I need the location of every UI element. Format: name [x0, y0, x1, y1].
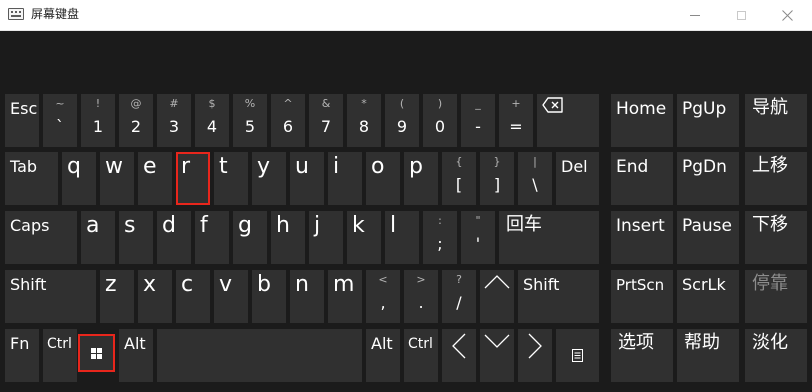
key-1[interactable]: ! 1 [81, 94, 115, 147]
key-6[interactable]: ^ 6 [271, 94, 305, 147]
close-icon [781, 9, 793, 21]
key-semicolon[interactable]: :; [423, 211, 457, 264]
key-2[interactable]: @2 [119, 94, 153, 147]
key-7[interactable]: & 7 [309, 94, 343, 147]
minimize-button[interactable] [672, 0, 718, 30]
key-dock[interactable]: 停靠 [745, 270, 807, 323]
key-fade[interactable]: 淡化 [745, 329, 807, 382]
key-p[interactable]: p [404, 152, 438, 205]
key-period[interactable]: >. [404, 270, 438, 323]
maximize-button[interactable] [718, 0, 764, 30]
key-r[interactable]: r [176, 152, 210, 205]
key-i[interactable]: i [328, 152, 362, 205]
window-title: 屏幕键盘 [31, 7, 80, 21]
key-down[interactable] [480, 329, 514, 382]
key-right-alt[interactable]: Alt [366, 329, 400, 382]
up-arrow-icon [484, 275, 510, 289]
key-h[interactable]: h [271, 211, 305, 264]
key-options[interactable]: 选项 [611, 329, 673, 382]
key-d[interactable]: d [157, 211, 191, 264]
windows-icon [91, 348, 102, 359]
key-e[interactable]: e [138, 152, 172, 205]
key-scrlk[interactable]: ScrLk [677, 270, 739, 323]
key-fn[interactable]: Fn [5, 329, 39, 382]
key-a[interactable]: a [81, 211, 115, 264]
minimize-icon [690, 14, 700, 16]
key-left-alt[interactable]: Alt [119, 329, 153, 382]
key-tab[interactable]: Tab [5, 152, 58, 205]
key-help[interactable]: 帮助 [677, 329, 739, 382]
key-caps[interactable]: Caps [5, 211, 77, 264]
key-u[interactable]: u [290, 152, 324, 205]
key-del[interactable]: Del [556, 152, 599, 205]
key-l[interactable]: l [385, 211, 419, 264]
key-move-down[interactable]: 下移 [745, 211, 807, 264]
key-o[interactable]: o [366, 152, 400, 205]
key-move-up[interactable]: 上移 [745, 152, 807, 205]
key-nav[interactable]: 导航 [745, 94, 807, 147]
key-s[interactable]: s [119, 211, 153, 264]
key-comma[interactable]: <, [366, 270, 400, 323]
key-left[interactable] [442, 329, 476, 382]
key-right-shift[interactable]: Shift [518, 270, 599, 323]
key-y[interactable]: y [252, 152, 286, 205]
key-menu[interactable] [556, 329, 599, 382]
key-9[interactable]: (9 [385, 94, 419, 147]
key-insert[interactable]: Insert [611, 211, 673, 264]
key-right[interactable] [518, 329, 552, 382]
key-t[interactable]: t [214, 152, 248, 205]
key-esc[interactable]: Esc [5, 94, 39, 147]
key-m[interactable]: m [328, 270, 362, 323]
close-button[interactable] [764, 0, 810, 30]
key-4[interactable]: $4 [195, 94, 229, 147]
menu-icon [572, 349, 583, 362]
key-backslash[interactable]: | \ [518, 152, 552, 205]
key-windows[interactable] [78, 334, 115, 372]
key-backspace[interactable] [537, 94, 599, 147]
key-k[interactable]: k [347, 211, 381, 264]
key-prtscn[interactable]: PrtScn [611, 270, 673, 323]
key-x[interactable]: x [138, 270, 172, 323]
key-left-bracket[interactable]: {[ [442, 152, 476, 205]
key-n[interactable]: n [290, 270, 324, 323]
key-c[interactable]: c [176, 270, 210, 323]
key-home[interactable]: Home [611, 94, 673, 147]
key-g[interactable]: g [233, 211, 267, 264]
key-end[interactable]: End [611, 152, 673, 205]
key-j[interactable]: j [309, 211, 343, 264]
key-right-bracket[interactable]: }] [480, 152, 514, 205]
key-space[interactable] [157, 329, 362, 382]
key-v[interactable]: v [214, 270, 248, 323]
down-arrow-icon [484, 334, 510, 348]
key-slash[interactable]: ? / [442, 270, 476, 323]
maximize-icon [736, 10, 746, 20]
key-b[interactable]: b [252, 270, 286, 323]
key-enter[interactable]: 回车 [499, 211, 599, 264]
key-backtick[interactable]: ~ ` [43, 94, 77, 147]
key-0[interactable]: ) 0 [423, 94, 457, 147]
key-left-ctrl[interactable]: Ctrl [43, 329, 77, 382]
keyboard-icon [8, 8, 24, 20]
key-5[interactable]: % 5 [233, 94, 267, 147]
key-w[interactable]: w [100, 152, 134, 205]
key-right-ctrl[interactable]: Ctrl [404, 329, 438, 382]
key-pgdn[interactable]: PgDn [677, 152, 739, 205]
key-pause[interactable]: Pause [677, 211, 739, 264]
key-pgup[interactable]: PgUp [677, 94, 739, 147]
key-up[interactable] [480, 270, 514, 323]
key-f[interactable]: f [195, 211, 229, 264]
key-8[interactable]: * 8 [347, 94, 381, 147]
left-arrow-icon [452, 333, 466, 359]
title-bar: 屏幕键盘 [0, 0, 812, 31]
key-quote[interactable]: " ' [461, 211, 495, 264]
key-3[interactable]: #3 [157, 94, 191, 147]
key-minus[interactable]: _ - [461, 94, 495, 147]
key-z[interactable]: z [100, 270, 134, 323]
backspace-icon [542, 97, 563, 113]
right-arrow-icon [528, 333, 542, 359]
key-q[interactable]: q [62, 152, 96, 205]
key-equals[interactable]: + = [499, 94, 533, 147]
key-left-shift[interactable]: Shift [5, 270, 96, 323]
